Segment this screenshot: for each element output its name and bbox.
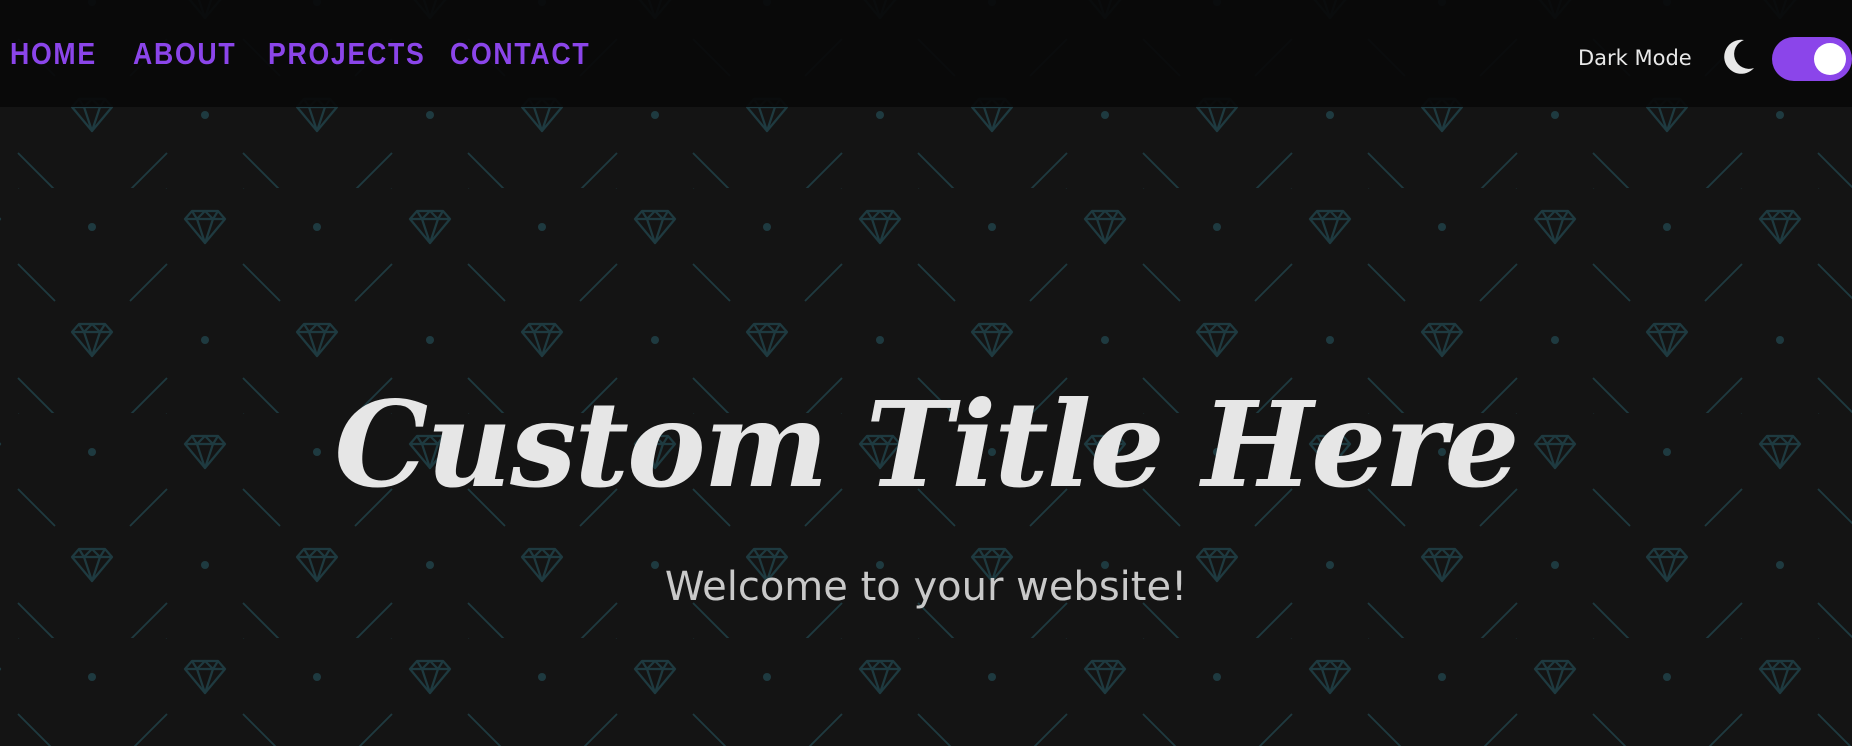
moon-icon [1724,39,1754,74]
nav-link-home[interactable]: HOME [10,34,97,74]
nav-link-about[interactable]: ABOUT [133,34,236,74]
toggle-knob [1814,43,1846,75]
diamond-pattern-background [0,0,1852,746]
nav-link-projects[interactable]: PROJECTS [268,34,425,74]
hero-subtitle: Welcome to your website! [664,564,1188,610]
nav-link-contact[interactable]: CONTACT [450,34,590,74]
top-navbar: HOME ABOUT PROJECTS CONTACT Dark Mode [0,0,1852,107]
hero-title: Custom Title Here [334,375,1519,514]
page: HOME ABOUT PROJECTS CONTACT Dark Mode Cu… [0,0,1852,746]
dark-mode-label: Dark Mode [1578,46,1692,70]
dark-mode-toggle[interactable] [1772,37,1852,81]
